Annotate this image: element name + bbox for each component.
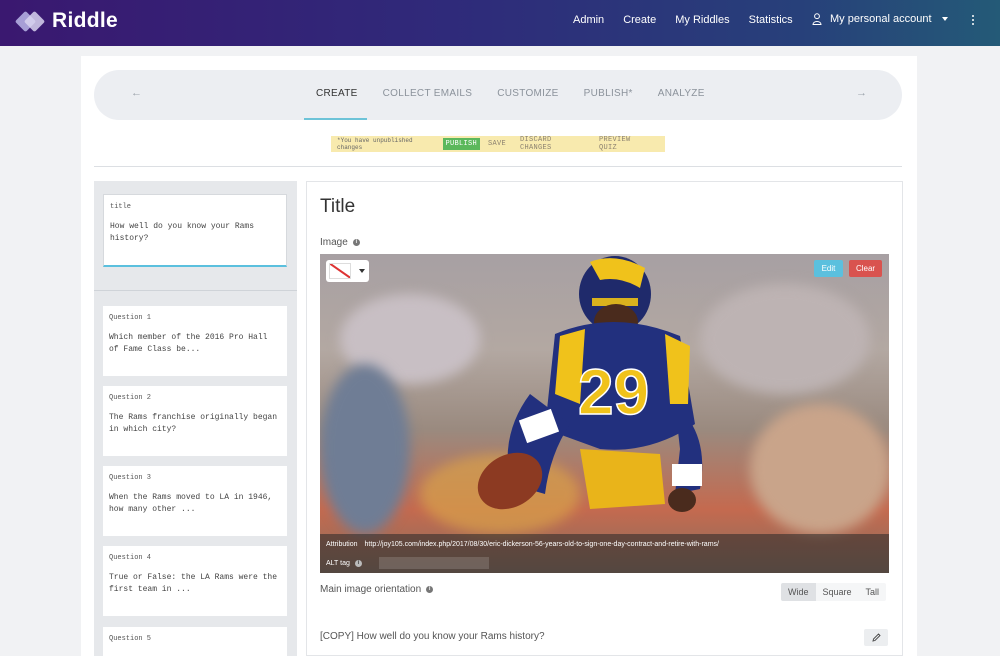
main-container: ← CREATE COLLECT EMAILS CUSTOMIZE PUBLIS… xyxy=(81,56,917,656)
riddle-logo[interactable]: Riddle xyxy=(14,9,118,33)
sidebar-separator xyxy=(94,290,297,291)
card-text: When the Rams moved to LA in 1946, how m… xyxy=(109,493,273,514)
jersey-number: 29 xyxy=(578,356,649,428)
unpublished-notice: *You have unpublished changes PUBLISH SA… xyxy=(331,136,665,152)
title-image[interactable]: 29 Edit Clear Attribution http://joy105.… xyxy=(320,254,889,573)
info-icon[interactable]: i xyxy=(354,559,362,567)
tab-analyze[interactable]: ANALYZE xyxy=(658,88,705,99)
preview-quiz-button[interactable]: PREVIEW QUIZ xyxy=(599,136,651,152)
orientation-wide-button[interactable]: Wide xyxy=(781,583,816,601)
chevron-down-icon xyxy=(359,269,365,273)
no-color-swatch-icon xyxy=(329,263,351,279)
card-text: Which member of the 2016 Pro Hall of Fam… xyxy=(109,333,268,354)
tab-customize[interactable]: CUSTOMIZE xyxy=(497,88,558,99)
alt-tag-line: ALT tag i xyxy=(326,557,489,569)
attribution-line: Attribution http://joy105.com/index.php/… xyxy=(326,541,719,548)
active-tab-indicator xyxy=(304,118,367,120)
app-name: Riddle xyxy=(52,9,118,32)
orientation-label-text: Main image orientation xyxy=(320,584,422,595)
title-copy-text: [COPY] How well do you know your Rams hi… xyxy=(320,631,545,642)
question-card[interactable]: Question 3 When the Rams moved to LA in … xyxy=(103,466,287,536)
orientation-square-button[interactable]: Square xyxy=(815,583,859,601)
save-button[interactable]: SAVE xyxy=(488,140,506,148)
pencil-icon xyxy=(871,633,881,642)
orientation-label: Main image orientation i xyxy=(320,584,434,595)
image-style-picker[interactable] xyxy=(326,260,369,282)
card-label: Question 5 xyxy=(109,635,152,643)
step-tabs: CREATE COLLECT EMAILS CUSTOMIZE PUBLISH*… xyxy=(316,88,730,99)
nav-create[interactable]: Create xyxy=(623,14,656,26)
attribution-url[interactable]: http://joy105.com/index.php/2017/08/30/e… xyxy=(365,541,719,548)
nav-my-riddles[interactable]: My Riddles xyxy=(675,14,729,26)
card-label: title xyxy=(110,203,132,211)
attribution-bar: Attribution http://joy105.com/index.php/… xyxy=(320,534,889,573)
card-label: Question 4 xyxy=(109,554,152,562)
image-label-text: Image xyxy=(320,237,348,248)
user-icon xyxy=(812,13,822,25)
card-label: Question 2 xyxy=(109,394,152,402)
attribution-label: Attribution xyxy=(326,541,358,548)
info-icon[interactable]: i xyxy=(352,239,360,246)
alt-tag-label: ALT tag xyxy=(326,559,350,567)
football-player-illustration: 29 xyxy=(477,256,703,512)
edit-title-button[interactable] xyxy=(864,629,888,646)
card-text: True or False: the LA Rams were the firs… xyxy=(109,573,278,594)
nav-links: Admin Create My Riddles Statistics xyxy=(573,14,812,26)
image-label: Image i xyxy=(320,237,360,248)
tab-collect-emails[interactable]: COLLECT EMAILS xyxy=(383,88,473,99)
question-card[interactable]: Question 1 Which member of the 2016 Pro … xyxy=(103,306,287,376)
card-text: The Rams franchise originally began in w… xyxy=(109,413,278,434)
title-card[interactable]: title How well do you know your Rams his… xyxy=(103,194,287,267)
orientation-tall-button[interactable]: Tall xyxy=(858,583,887,601)
page-title: Title xyxy=(320,196,356,217)
card-text: How well do you know your Rams history? xyxy=(110,222,255,243)
tab-publish[interactable]: PUBLISH* xyxy=(584,88,633,99)
discard-changes-button[interactable]: DISCARD CHANGES xyxy=(520,136,585,152)
question-card[interactable]: Question 4 True or False: the LA Rams we… xyxy=(103,546,287,616)
riddle-logo-icon xyxy=(14,9,46,33)
info-icon[interactable]: i xyxy=(426,586,434,593)
clear-image-button[interactable]: Clear xyxy=(849,260,882,277)
card-label: Question 1 xyxy=(109,314,152,322)
account-label: My personal account xyxy=(830,13,932,25)
account-menu[interactable]: My personal account xyxy=(812,13,948,25)
editor-panel: Title Image i 29 Edit Clear Attribution … xyxy=(306,181,903,656)
question-card[interactable]: Question 5 xyxy=(103,627,287,656)
publish-button[interactable]: PUBLISH xyxy=(442,138,481,150)
orientation-toggle: Wide Square Tall xyxy=(781,583,887,601)
alt-tag-input[interactable] xyxy=(378,557,489,569)
edit-image-button[interactable]: Edit xyxy=(814,260,843,277)
question-sidebar: title How well do you know your Rams his… xyxy=(94,181,297,656)
question-card[interactable]: Question 2 The Rams franchise originally… xyxy=(103,386,287,456)
divider xyxy=(94,166,902,167)
arrow-left-icon[interactable]: ← xyxy=(131,87,142,99)
tab-create[interactable]: CREATE xyxy=(316,88,358,99)
nav-admin[interactable]: Admin xyxy=(573,14,604,26)
chevron-down-icon xyxy=(941,17,948,21)
more-options-icon[interactable] xyxy=(972,15,974,25)
step-bar: ← CREATE COLLECT EMAILS CUSTOMIZE PUBLIS… xyxy=(94,70,902,120)
card-label: Question 3 xyxy=(109,474,152,482)
nav-statistics[interactable]: Statistics xyxy=(749,14,793,26)
arrow-right-icon[interactable]: → xyxy=(856,87,867,99)
notice-text: *You have unpublished changes xyxy=(337,137,413,151)
top-navbar: Riddle Admin Create My Riddles Statistic… xyxy=(0,0,1000,46)
